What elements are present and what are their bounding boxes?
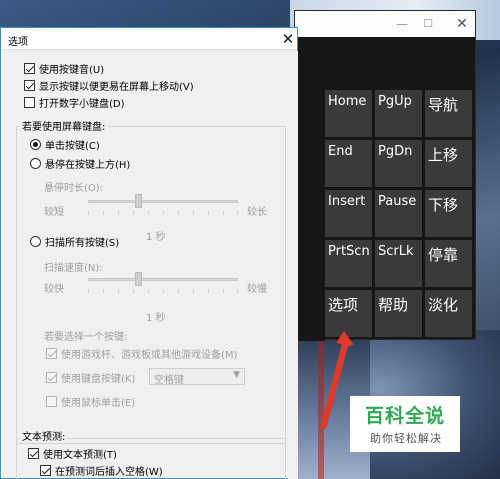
option-label: 单击按键(C) bbox=[45, 140, 100, 152]
osk-close-icon[interactable]: ✕ bbox=[453, 15, 471, 33]
option-label: 扫描所有按键(S) bbox=[45, 237, 120, 249]
chevron-down-icon: ▼ bbox=[233, 370, 240, 380]
scan-speed-thumb[interactable] bbox=[135, 272, 142, 286]
hover-short-label: 较短 bbox=[44, 207, 64, 218]
hover-keys-radio[interactable] bbox=[30, 157, 41, 169]
hover-duration-slider[interactable] bbox=[88, 200, 238, 203]
insert-space-checkbox[interactable] bbox=[40, 464, 51, 476]
key-navigate[interactable]: 导航 bbox=[425, 90, 472, 137]
option-label: 使用键盘按键(K) bbox=[61, 373, 136, 385]
keyboard-key-checkbox[interactable] bbox=[46, 371, 57, 383]
key-move-down[interactable]: 下移 bbox=[425, 190, 472, 237]
scan-slow-label: 较慢 bbox=[247, 284, 267, 295]
option-use-keyboard-key[interactable]: 使用键盘按键(K) bbox=[46, 370, 136, 385]
option-label: 在预测词后插入空格(W) bbox=[55, 466, 163, 478]
hover-duration-value: 1 秒 bbox=[146, 232, 166, 243]
key-pause[interactable]: Pause bbox=[375, 190, 422, 237]
option-label: 使用按键音(U) bbox=[39, 64, 105, 76]
hover-duration-label: 悬停时长(O): bbox=[44, 183, 104, 194]
mouse-click-checkbox[interactable] bbox=[46, 395, 57, 407]
click-keys-radio[interactable] bbox=[30, 138, 41, 150]
joystick-checkbox[interactable] bbox=[46, 347, 57, 359]
key-pgup[interactable]: PgUp bbox=[375, 90, 422, 137]
key-help[interactable]: 帮助 bbox=[375, 290, 422, 337]
option-scan-keys[interactable]: 扫描所有按键(S) bbox=[30, 234, 120, 249]
watermark-main-text: 百科全说 bbox=[365, 405, 446, 427]
option-insert-space[interactable]: 在预测词后插入空格(W) bbox=[40, 463, 163, 478]
usage-group-title: 若要使用屏幕键盘: bbox=[20, 118, 108, 133]
scan-fast-label: 较快 bbox=[44, 284, 64, 295]
option-label: 使用鼠标单击(E) bbox=[61, 397, 136, 409]
click-sound-checkbox[interactable] bbox=[24, 62, 35, 74]
option-label: 使用游戏杆、游戏板或其他游戏设备(M) bbox=[61, 349, 238, 361]
hover-duration-thumb[interactable] bbox=[135, 194, 142, 208]
dialog-title: 选项 bbox=[8, 37, 28, 48]
key-prtscn[interactable]: PrtScn bbox=[325, 240, 372, 287]
use-prediction-checkbox[interactable] bbox=[28, 447, 39, 459]
scan-keys-radio[interactable] bbox=[30, 235, 41, 247]
option-click-keys[interactable]: 单击按键(C) bbox=[30, 137, 100, 152]
option-label: 打开数字小键盘(D) bbox=[39, 98, 125, 110]
dialog-close-icon[interactable]: ✕ bbox=[279, 30, 297, 48]
option-label: 显示按键以便更易在屏幕上移动(V) bbox=[39, 81, 194, 93]
option-use-prediction[interactable]: 使用文本预测(T) bbox=[28, 446, 117, 461]
option-use-joystick[interactable]: 使用游戏杆、游戏板或其他游戏设备(M) bbox=[46, 346, 238, 361]
option-show-keys-move[interactable]: 显示按键以便更易在屏幕上移动(V) bbox=[24, 78, 194, 93]
option-click-sound[interactable]: 使用按键音(U) bbox=[24, 61, 105, 76]
hover-long-label: 较长 bbox=[247, 207, 267, 218]
key-insert[interactable]: Insert bbox=[325, 190, 372, 237]
key-move-up[interactable]: 上移 bbox=[425, 140, 472, 187]
option-numeric-keypad[interactable]: 打开数字小键盘(D) bbox=[24, 95, 125, 110]
key-home[interactable]: Home bbox=[325, 90, 372, 137]
watermark-logo: 百科全说 助你轻松解决 bbox=[350, 396, 460, 452]
dialog-titlebar: 选项 ✕ bbox=[1, 28, 297, 50]
key-end[interactable]: End bbox=[325, 140, 372, 187]
dialog-scrollbar[interactable] bbox=[288, 51, 298, 479]
scan-speed-value: 1 秒 bbox=[146, 313, 166, 324]
select-key-label: 若要选择一个按键: bbox=[44, 332, 128, 343]
show-keys-checkbox[interactable] bbox=[24, 79, 35, 91]
option-label: 悬停在按键上方(H) bbox=[45, 159, 131, 171]
option-use-mouse-click[interactable]: 使用鼠标单击(E) bbox=[46, 394, 136, 409]
minimize-icon[interactable]: — bbox=[393, 15, 411, 33]
dropdown-value: 空格键 bbox=[154, 375, 184, 386]
numeric-keypad-checkbox[interactable] bbox=[24, 96, 35, 108]
osk-titlebar: — ☐ ✕ bbox=[295, 11, 475, 37]
scan-speed-label: 扫描速度(N): bbox=[44, 263, 103, 274]
watermark-sub-text: 助你轻松解决 bbox=[370, 432, 442, 445]
option-label: 使用文本预测(T) bbox=[43, 449, 117, 461]
scan-speed-slider[interactable] bbox=[88, 278, 238, 281]
options-dialog: 选项 ✕ 使用按键音(U) 显示按键以便更易在屏幕上移动(V) 打开数字小键盘(… bbox=[0, 27, 298, 479]
keyboard-key-dropdown[interactable]: 空格键 ▼ bbox=[149, 368, 245, 386]
maximize-icon[interactable]: ☐ bbox=[419, 15, 437, 33]
option-hover-keys[interactable]: 悬停在按键上方(H) bbox=[30, 156, 131, 171]
text-prediction-title: 文本预测: bbox=[20, 428, 68, 443]
key-dock[interactable]: 停靠 bbox=[425, 240, 472, 287]
key-pgdn[interactable]: PgDn bbox=[375, 140, 422, 187]
on-screen-keyboard-window: — ☐ ✕ Home PgUp 导航 End PgDn 上移 Insert Pa… bbox=[294, 10, 476, 341]
key-scrlk[interactable]: ScrLk bbox=[375, 240, 422, 287]
key-fade[interactable]: 淡化 bbox=[425, 290, 472, 337]
